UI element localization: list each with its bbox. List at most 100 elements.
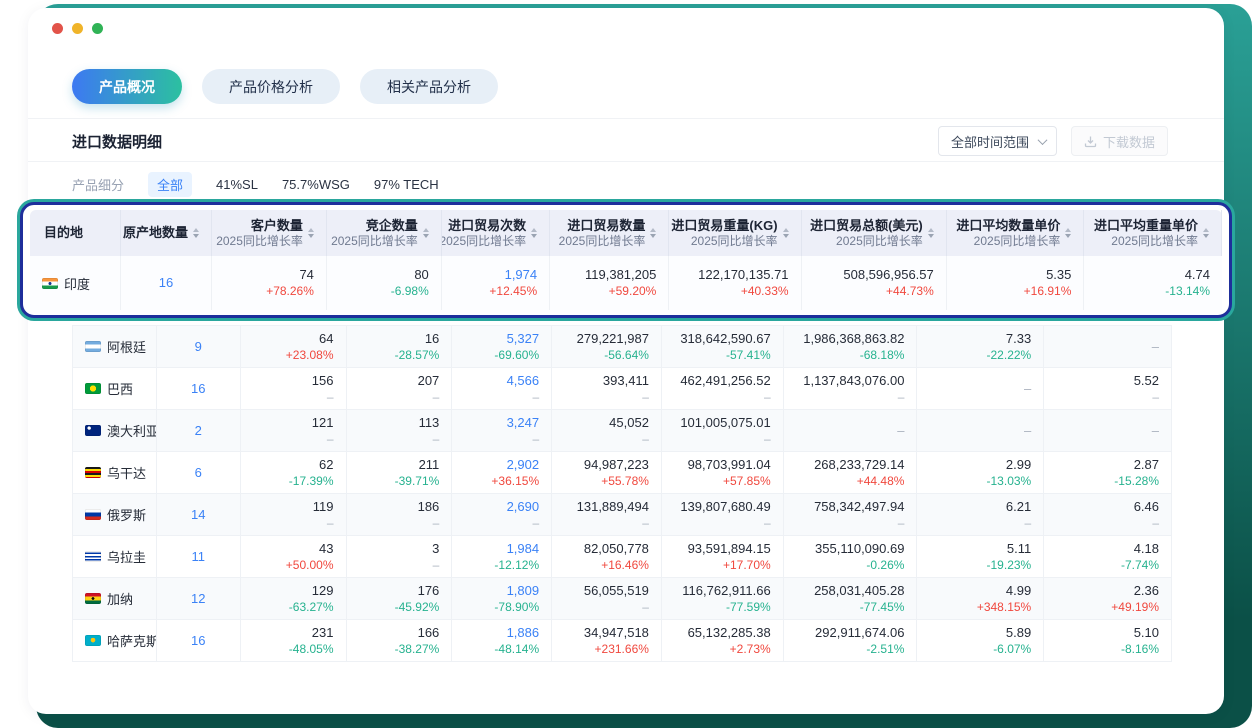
cell-value[interactable]: 1,984	[507, 541, 540, 557]
table-row[interactable]: 乌拉圭1143+50.00%3–1,984-12.12%82,050,778+1…	[73, 536, 1171, 578]
sort-icon[interactable]	[1065, 228, 1071, 238]
origin-count-value[interactable]: 6	[195, 465, 202, 481]
table-row[interactable]: 俄罗斯14119–186–2,690–131,889,494–139,807,6…	[73, 494, 1171, 536]
cell-growth: –	[898, 516, 905, 531]
cell-value: 101,005,075.01	[680, 415, 770, 431]
origin-count-value[interactable]: 14	[191, 507, 205, 523]
origin-count-value[interactable]: 16	[159, 275, 173, 291]
header-cell: 进口贸易总额(美元)2025同比增长率	[802, 210, 947, 256]
cell-value: 3	[432, 541, 439, 557]
table-row[interactable]: 乌干达662-17.39%211-39.71%2,902+36.15%94,98…	[73, 452, 1171, 494]
table-row[interactable]: 哈萨克斯坦16231-48.05%166-38.27%1,886-48.14%3…	[73, 620, 1171, 662]
metric-cell: 129-63.27%	[241, 578, 347, 619]
caret-down-icon	[650, 234, 656, 238]
cell-value: 393,411	[603, 373, 649, 389]
tab-product-price-analysis[interactable]: 产品价格分析	[202, 69, 340, 104]
sort-icon[interactable]	[783, 228, 789, 238]
cell-value[interactable]: 4,566	[507, 373, 540, 389]
cell-value: 119	[313, 499, 334, 515]
metric-cell: –	[1044, 326, 1171, 367]
origin-count-value[interactable]: 16	[191, 633, 205, 649]
country-name: 俄罗斯	[107, 505, 146, 524]
download-data-button[interactable]: 下载数据	[1071, 126, 1168, 156]
sort-icon[interactable]	[650, 228, 656, 238]
time-range-select[interactable]: 全部时间范围	[938, 126, 1057, 156]
cell-value[interactable]: 2,902	[507, 457, 540, 473]
origin-count-value[interactable]: 9	[195, 339, 202, 355]
header-subtitle: 2025同比增长率	[559, 234, 646, 249]
window-controls	[52, 23, 103, 34]
table-row[interactable]: 阿根廷964+23.08%16-28.57%5,327-69.60%279,22…	[73, 326, 1171, 368]
cell-value[interactable]: 5,327	[507, 331, 540, 347]
sort-icon[interactable]	[531, 228, 537, 238]
flag-icon	[85, 341, 101, 352]
cell-value[interactable]: 2,690	[507, 499, 540, 515]
metric-cell: 508,596,956.57+44.73%	[802, 256, 947, 310]
cell-growth: –	[764, 432, 771, 447]
metric-cell: 4.74-13.14%	[1084, 256, 1222, 310]
origin-count-cell: 16	[157, 620, 241, 661]
cell-value: 98,703,991.04	[688, 457, 771, 473]
origin-count-value[interactable]: 12	[191, 591, 205, 607]
header-cell-inner: 竞企数量2025同比增长率	[331, 218, 429, 249]
origin-count-value[interactable]: 16	[191, 381, 205, 397]
table-row[interactable]: 澳大利亚2121–113–3,247–45,052–101,005,075.01…	[73, 410, 1171, 452]
filter-option-all[interactable]: 全部	[148, 172, 192, 197]
header-cell-inner: 进口贸易数量2025同比增长率	[559, 218, 657, 249]
cell-growth: –	[898, 390, 905, 405]
table-row[interactable]: 印度1674+78.26%80-6.98%1,974+12.45%119,381…	[30, 256, 1222, 310]
metric-cell: 6.21–	[917, 494, 1044, 535]
metric-cell: 5.89-6.07%	[917, 620, 1044, 661]
metric-cell: 45,052–	[552, 410, 662, 451]
close-window-dot[interactable]	[52, 23, 63, 34]
header-text: 进口贸易次数2025同比增长率	[442, 218, 526, 249]
filter-option-757wsg[interactable]: 75.7%WSG	[282, 177, 350, 192]
cell-value: 56,055,519	[584, 583, 649, 599]
cell-growth: -6.98%	[391, 284, 429, 299]
cell-growth: -56.64%	[604, 348, 649, 363]
cell-value: 758,342,497.94	[814, 499, 904, 515]
metric-cell: 98,703,991.04+57.85%	[662, 452, 784, 493]
minimize-window-dot[interactable]	[72, 23, 83, 34]
cell-growth: -2.51%	[866, 642, 904, 657]
country-name: 哈萨克斯坦	[107, 631, 157, 650]
tab-bar: 产品概况 产品价格分析 相关产品分析	[72, 69, 498, 104]
filter-label: 产品细分	[72, 175, 124, 194]
cell-growth: –	[642, 600, 649, 615]
sort-icon[interactable]	[1203, 228, 1209, 238]
cell-value: 62	[319, 457, 333, 473]
sort-icon[interactable]	[423, 228, 429, 238]
cell-growth: –	[1152, 516, 1159, 531]
metric-cell: 1,974+12.45%	[442, 256, 550, 310]
cell-value: 292,911,674.06	[815, 625, 904, 641]
caret-down-icon	[1203, 234, 1209, 238]
sort-icon[interactable]	[928, 228, 934, 238]
missing-value-dash: –	[1152, 339, 1159, 355]
cell-value[interactable]: 3,247	[507, 415, 540, 431]
metric-cell: 292,911,674.06-2.51%	[784, 620, 918, 661]
metric-cell: 211-39.71%	[347, 452, 453, 493]
tab-product-overview[interactable]: 产品概况	[72, 69, 182, 104]
origin-count-value[interactable]: 2	[195, 423, 202, 439]
origin-count-value[interactable]: 11	[192, 549, 206, 565]
cell-growth: –	[532, 516, 539, 531]
table-row[interactable]: 加纳12129-63.27%176-45.92%1,809-78.90%56,0…	[73, 578, 1171, 620]
sort-icon[interactable]	[308, 228, 314, 238]
country-cell: 巴西	[73, 368, 157, 409]
cell-value[interactable]: 1,974	[505, 267, 538, 283]
filter-option-97tech[interactable]: 97% TECH	[374, 177, 439, 192]
table-row[interactable]: 巴西16156–207–4,566–393,411–462,491,256.52…	[73, 368, 1171, 410]
metric-cell: 3–	[347, 536, 453, 577]
country-name: 阿根廷	[107, 337, 146, 356]
sort-icon[interactable]	[193, 228, 199, 238]
cell-growth: -17.39%	[289, 474, 334, 489]
maximize-window-dot[interactable]	[92, 23, 103, 34]
filter-option-41sl[interactable]: 41%SL	[216, 177, 258, 192]
metric-cell: –	[1044, 410, 1171, 451]
cell-growth: –	[642, 390, 649, 405]
header-text: 目的地	[44, 225, 83, 241]
tab-related-product-analysis[interactable]: 相关产品分析	[360, 69, 498, 104]
metric-cell: 101,005,075.01–	[662, 410, 784, 451]
cell-value[interactable]: 1,886	[507, 625, 540, 641]
cell-value[interactable]: 1,809	[507, 583, 540, 599]
